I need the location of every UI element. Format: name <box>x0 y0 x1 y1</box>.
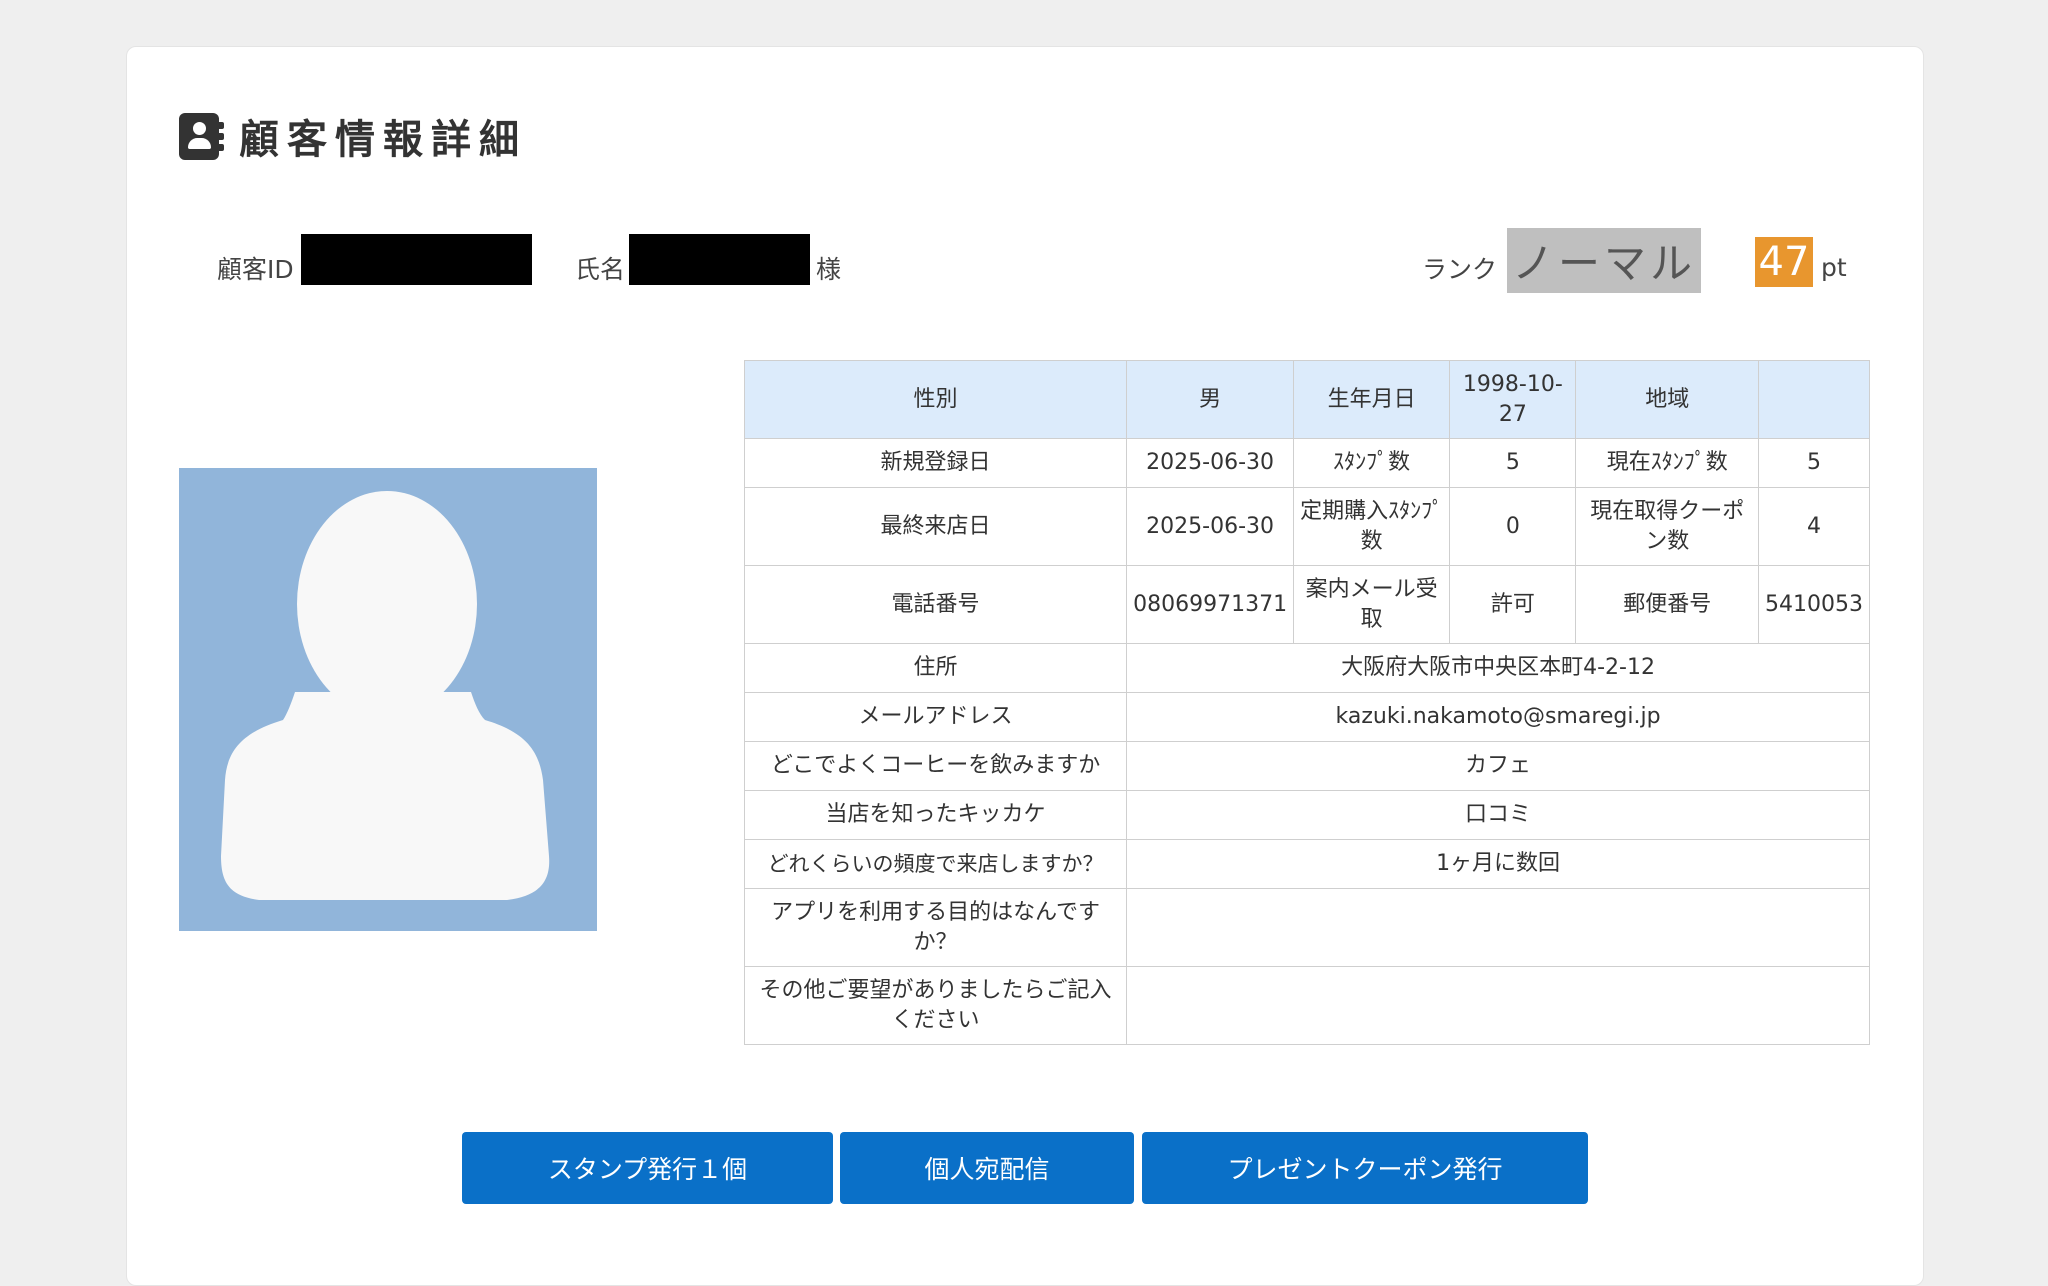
address-value: 大阪府大阪市中央区本町4-2-12 <box>1126 643 1870 693</box>
table-row: 住所 大阪府大阪市中央区本町4-2-12 <box>743 643 1870 693</box>
customer-avatar <box>179 468 597 931</box>
send-message-button[interactable]: 個人宛配信 <box>840 1132 1134 1204</box>
customer-id-label: 顧客ID <box>217 255 294 284</box>
birthday-label: 生年月日 <box>1293 360 1451 439</box>
email-value: kazuki.nakamoto@smaregi.jp <box>1126 692 1870 742</box>
phone-value: 08069971371 <box>1126 565 1295 644</box>
rank-label: ランク <box>1422 255 1498 284</box>
issue-coupon-button[interactable]: プレゼントクーポン発行 <box>1142 1132 1588 1204</box>
table-row: その他ご要望がありましたらご記入ください <box>743 966 1870 1045</box>
question-answer <box>1126 966 1870 1045</box>
question-label: アプリを利用する目的はなんですか？ <box>743 888 1128 967</box>
mail-consent-value: 許可 <box>1449 565 1577 644</box>
subscription-stamps-value: 0 <box>1449 487 1577 566</box>
name-label: 氏名 <box>575 255 626 284</box>
current-stamps-label: 現在ｽﾀﾝﾌﾟ数 <box>1575 438 1759 488</box>
phone-label: 電話番号 <box>743 565 1128 644</box>
question-answer <box>1126 888 1870 967</box>
points-badge: 47 <box>1755 237 1813 287</box>
coupons-label: 現在取得クーポン数 <box>1575 487 1759 566</box>
gender-label: 性別 <box>743 360 1128 439</box>
question-answer: カフェ <box>1126 741 1870 791</box>
table-row: 当店を知ったキッカケ 口コミ <box>743 790 1870 840</box>
table-row: 性別 男 生年月日 1998-10-27 地域 <box>743 360 1871 439</box>
page-title: 顧客情報詳細 <box>239 117 527 163</box>
person-silhouette-icon <box>221 491 550 900</box>
contact-book-icon <box>179 112 224 160</box>
gender-value: 男 <box>1126 360 1295 439</box>
current-stamps-value: 5 <box>1757 438 1871 488</box>
registered-value: 2025-06-30 <box>1126 438 1295 488</box>
question-label: 当店を知ったキッカケ <box>743 790 1128 840</box>
table-row: アプリを利用する目的はなんですか？ <box>743 888 1870 967</box>
question-answer: 1ヶ月に数回 <box>1126 839 1870 889</box>
postal-value: 5410053 <box>1757 565 1871 644</box>
issue-stamp-button[interactable]: スタンプ発行１個 <box>462 1132 833 1204</box>
question-label: どこでよくコーヒーを飲みますか <box>743 741 1128 791</box>
postal-label: 郵便番号 <box>1575 565 1759 644</box>
customer-detail-table: 性別 男 生年月日 1998-10-27 地域 新規登録日 2025-06-30… <box>743 360 1871 1045</box>
region-label: 地域 <box>1575 360 1759 439</box>
table-row: どれくらいの頻度で来店しますか？ 1ヶ月に数回 <box>743 839 1870 889</box>
table-row: 最終来店日 2025-06-30 定期購入ｽﾀﾝﾌﾟ数 0 現在取得クーポン数 … <box>743 487 1871 566</box>
birthday-value: 1998-10-27 <box>1449 360 1577 439</box>
table-row: 電話番号 08069971371 案内メール受取 許可 郵便番号 5410053 <box>743 565 1871 644</box>
stamps-value: 5 <box>1449 438 1577 488</box>
points-unit: pt <box>1821 253 1847 282</box>
last-visit-value: 2025-06-30 <box>1126 487 1295 566</box>
customer-detail-card: 顧客情報詳細 顧客ID 氏名 様 ランク ノーマル 47 pt 性別 男 生年月… <box>126 46 1924 1286</box>
mail-consent-label: 案内メール受取 <box>1293 565 1451 644</box>
page-header: 顧客情報詳細 <box>179 107 527 165</box>
question-label: その他ご要望がありましたらご記入ください <box>743 966 1128 1045</box>
stamps-label: ｽﾀﾝﾌﾟ数 <box>1293 438 1451 488</box>
question-label: どれくらいの頻度で来店しますか？ <box>743 839 1128 889</box>
subscription-stamps-label: 定期購入ｽﾀﾝﾌﾟ数 <box>1293 487 1451 566</box>
table-row: どこでよくコーヒーを飲みますか カフェ <box>743 741 1870 791</box>
region-value <box>1757 360 1871 439</box>
table-row: 新規登録日 2025-06-30 ｽﾀﾝﾌﾟ数 5 現在ｽﾀﾝﾌﾟ数 5 <box>743 438 1871 488</box>
registered-label: 新規登録日 <box>743 438 1128 488</box>
customer-name-redacted <box>629 234 810 285</box>
question-answer: 口コミ <box>1126 790 1870 840</box>
last-visit-label: 最終来店日 <box>743 487 1128 566</box>
customer-id-redacted <box>301 234 532 285</box>
table-row: メールアドレス kazuki.nakamoto@smaregi.jp <box>743 692 1870 742</box>
address-label: 住所 <box>743 643 1128 693</box>
rank-badge: ノーマル <box>1507 228 1701 293</box>
email-label: メールアドレス <box>743 692 1128 742</box>
coupons-value: 4 <box>1757 487 1871 566</box>
name-suffix: 様 <box>816 255 842 284</box>
